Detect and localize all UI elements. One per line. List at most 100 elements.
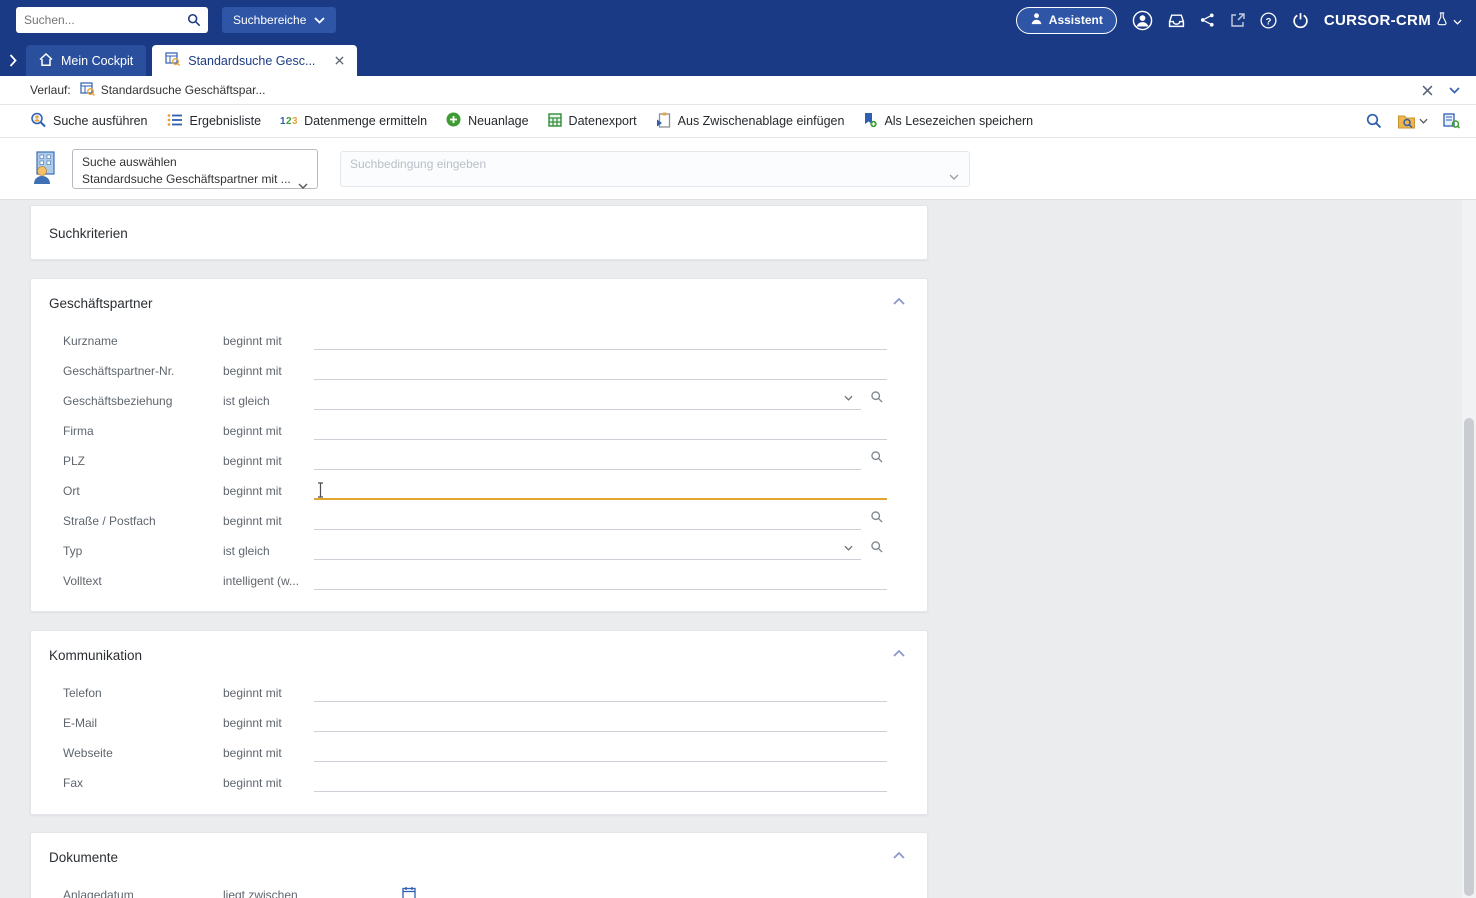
dropdown-chevron-icon[interactable] — [844, 388, 853, 406]
calendar-icon[interactable] — [402, 886, 416, 898]
brand-caret-icon[interactable] — [1453, 12, 1462, 29]
toolbar-item-label: Ergebnisliste — [190, 114, 262, 128]
tab-close-icon[interactable] — [335, 56, 344, 65]
lesezeichen-speichern-button[interactable]: Als Lesezeichen speichern — [863, 112, 1033, 131]
assistent-button[interactable]: Assistent — [1016, 7, 1117, 34]
chevron-down-icon — [314, 13, 325, 27]
operator-selector[interactable]: ist gleich — [223, 394, 314, 408]
collapse-chevron-up-icon[interactable] — [891, 296, 907, 307]
firma-input[interactable] — [314, 419, 887, 443]
expand-navigation-icon[interactable] — [0, 54, 26, 67]
search-in-list-icon[interactable] — [1443, 113, 1460, 129]
text-cursor — [317, 482, 324, 498]
verlauf-label: Verlauf: — [30, 83, 71, 97]
telefon-input[interactable] — [314, 681, 887, 705]
verlauf-entry[interactable]: Standardsuche Geschäftspar... — [80, 82, 266, 99]
tab-standardsuche[interactable]: Standardsuche Gesc... — [152, 45, 357, 76]
ergebnisliste-button[interactable]: Ergebnisliste — [167, 113, 262, 130]
operator-selector[interactable]: liegt zwischen — [223, 888, 314, 898]
help-icon[interactable]: ? — [1260, 12, 1277, 29]
typ-input[interactable] — [314, 539, 887, 563]
quick-search-icon[interactable] — [1366, 113, 1382, 129]
geschaeftsbeziehung-input[interactable] — [314, 389, 887, 413]
operator-selector[interactable]: beginnt mit — [223, 484, 314, 498]
operator-selector[interactable]: beginnt mit — [223, 514, 314, 528]
operator-selector[interactable]: ist gleich — [223, 544, 314, 558]
open-external-icon[interactable] — [1230, 13, 1245, 28]
field-label: Ort — [63, 484, 223, 498]
input-underline — [314, 439, 887, 440]
share-icon[interactable] — [1200, 12, 1215, 28]
global-search-box — [16, 7, 208, 33]
input-underline — [314, 791, 887, 792]
collapse-chevron-up-icon[interactable] — [891, 850, 907, 861]
operator-selector[interactable]: beginnt mit — [223, 424, 314, 438]
account-icon[interactable] — [1132, 10, 1153, 31]
lookup-magnifier-icon[interactable] — [870, 390, 884, 409]
verlauf-controls — [1422, 85, 1460, 96]
search-person-icon — [30, 112, 46, 131]
datenmenge-ermitteln-button[interactable]: 123 Datenmenge ermitteln — [280, 113, 427, 130]
chevron-down-icon — [298, 176, 308, 194]
tab-mein-cockpit[interactable]: Mein Cockpit — [26, 45, 146, 76]
inbox-icon[interactable] — [1168, 13, 1185, 28]
anlagedatum-input[interactable] — [314, 883, 887, 898]
action-toolbar: Suche ausführen Ergebnisliste 123 Datenm… — [0, 105, 1476, 138]
input-underline — [314, 731, 887, 732]
suche-ausfuehren-button[interactable]: Suche ausführen — [30, 112, 148, 131]
search-input[interactable] — [16, 7, 180, 33]
dropdown-chevron-icon[interactable] — [844, 538, 853, 556]
operator-selector[interactable]: beginnt mit — [223, 334, 314, 348]
toolbar-item-label: Neuanlage — [468, 114, 528, 128]
chevron-down-icon — [1419, 118, 1428, 124]
operator-selector[interactable]: beginnt mit — [223, 716, 314, 730]
datenexport-button[interactable]: Datenexport — [548, 113, 637, 130]
input-underline — [314, 559, 861, 560]
tab-label: Mein Cockpit — [61, 54, 133, 68]
verlauf-chevron-down-icon[interactable] — [1449, 87, 1460, 94]
operator-selector[interactable]: beginnt mit — [223, 454, 314, 468]
suche-auswaehlen-dropdown[interactable]: Suche auswählen Standardsuche Geschäftsp… — [72, 149, 318, 189]
form-row: Kurzname beginnt mit — [31, 326, 927, 356]
webseite-input[interactable] — [314, 741, 887, 765]
operator-selector[interactable]: intelligent (w... — [223, 574, 314, 588]
operator-selector[interactable]: beginnt mit — [223, 746, 314, 760]
toolbar-item-label: Datenexport — [569, 114, 637, 128]
input-underline — [314, 349, 887, 350]
scrollbar-thumb[interactable] — [1464, 418, 1474, 896]
brand-logo: CURSOR-CRM — [1324, 11, 1462, 30]
strasse-postfach-input[interactable] — [314, 509, 887, 533]
verlauf-close-icon[interactable] — [1422, 85, 1433, 96]
kurzname-input[interactable] — [314, 329, 887, 353]
operator-selector[interactable]: beginnt mit — [223, 686, 314, 700]
lookup-magnifier-icon[interactable] — [870, 540, 884, 559]
fax-input[interactable] — [314, 771, 887, 795]
search-icon[interactable] — [187, 13, 201, 32]
neuanlage-button[interactable]: Neuanlage — [446, 112, 528, 130]
email-input[interactable] — [314, 711, 887, 735]
operator-selector[interactable]: beginnt mit — [223, 364, 314, 378]
section-rows: Anlagedatum liegt zwischen — [31, 880, 927, 898]
suchbereiche-label: Suchbereiche — [233, 13, 306, 27]
geschaeftspartner-nr-input[interactable] — [314, 359, 887, 383]
input-underline — [314, 589, 887, 590]
suchbedingung-combobox[interactable]: Suchbedingung eingeben — [340, 151, 970, 187]
count-123-icon: 123 — [280, 113, 297, 130]
zwischenablage-einfuegen-button[interactable]: Aus Zwischenablage einfügen — [656, 112, 845, 131]
svg-text:?: ? — [1265, 16, 1271, 27]
volltext-input[interactable] — [314, 569, 887, 593]
flask-icon — [1436, 11, 1448, 30]
suchbereiche-button[interactable]: Suchbereiche — [222, 7, 336, 33]
vertical-scrollbar[interactable] — [1462, 200, 1476, 898]
collapse-chevron-up-icon[interactable] — [891, 648, 907, 659]
input-underline — [314, 409, 861, 410]
field-label: Geschäftsbeziehung — [63, 394, 223, 408]
toolbar-item-label: Suche ausführen — [53, 114, 148, 128]
folder-search-icon[interactable] — [1397, 114, 1428, 129]
lookup-magnifier-icon[interactable] — [870, 510, 884, 529]
plz-input[interactable] — [314, 449, 887, 473]
ort-input[interactable] — [314, 479, 887, 503]
logout-power-icon[interactable] — [1292, 12, 1309, 29]
lookup-magnifier-icon[interactable] — [870, 450, 884, 469]
operator-selector[interactable]: beginnt mit — [223, 776, 314, 790]
